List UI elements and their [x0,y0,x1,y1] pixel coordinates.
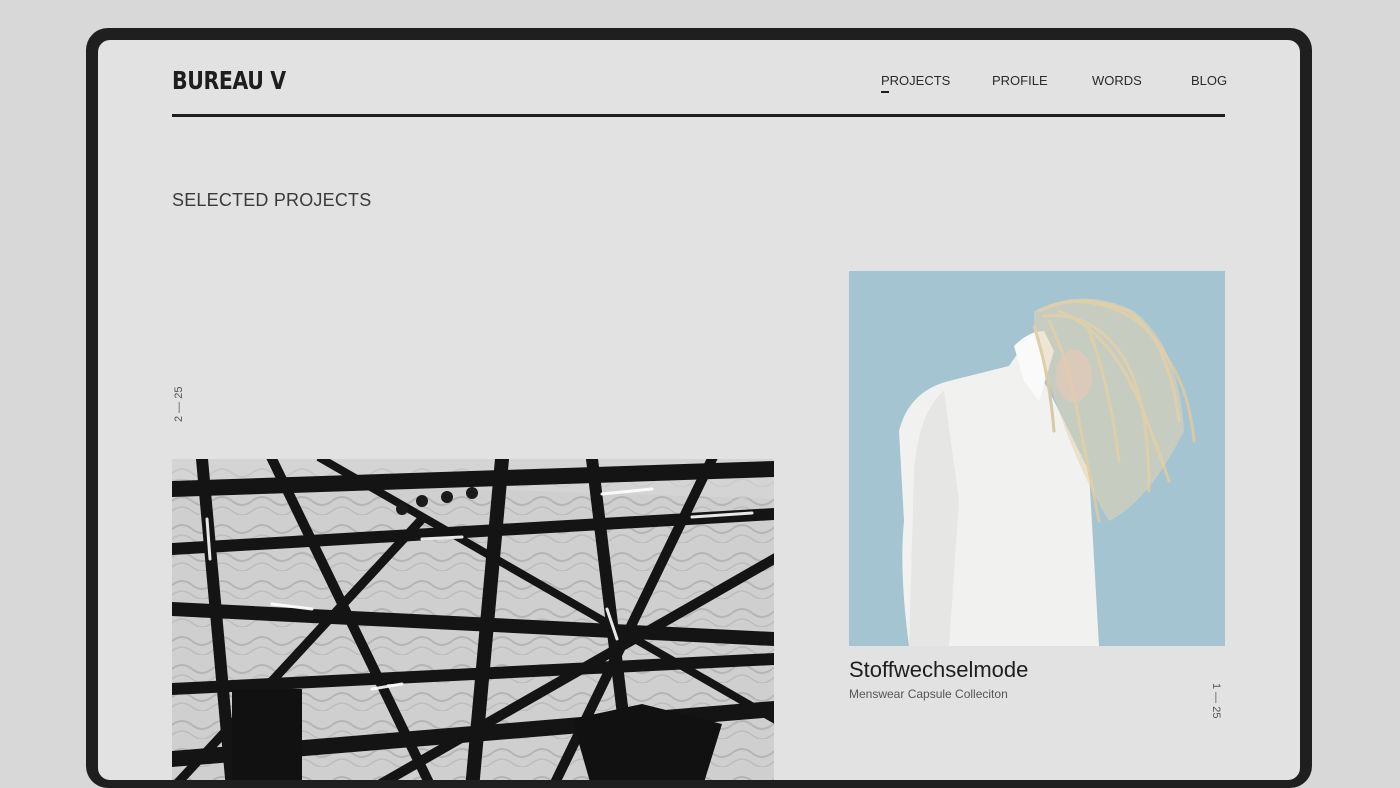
nav-active-indicator [881,91,889,93]
project-subtitle: Menswear Capsule Colleciton [849,687,1008,701]
project-title[interactable]: Stoffwechselmode [849,657,1028,683]
header-divider [172,114,1225,117]
main-nav: PROJECTS PROFILE WORDS BLOG [98,73,1300,93]
project-counter: 2 — 25 [173,386,185,422]
nav-projects[interactable]: PROJECTS [881,73,950,88]
nav-profile[interactable]: PROFILE [992,73,1048,88]
section-title: SELECTED PROJECTS [172,190,372,210]
project-image-fashion[interactable] [849,271,1225,646]
fashion-photo [849,271,1225,646]
nav-blog[interactable]: BLOG [1191,73,1227,88]
project-counter: 1 — 25 [1210,683,1222,719]
nav-words[interactable]: WORDS [1092,73,1142,88]
architecture-photo [172,459,774,780]
browser-screen: BUREAU V PROJECTS PROFILE WORDS BLOG SEL… [98,40,1300,780]
project-image-architecture[interactable] [172,459,774,780]
